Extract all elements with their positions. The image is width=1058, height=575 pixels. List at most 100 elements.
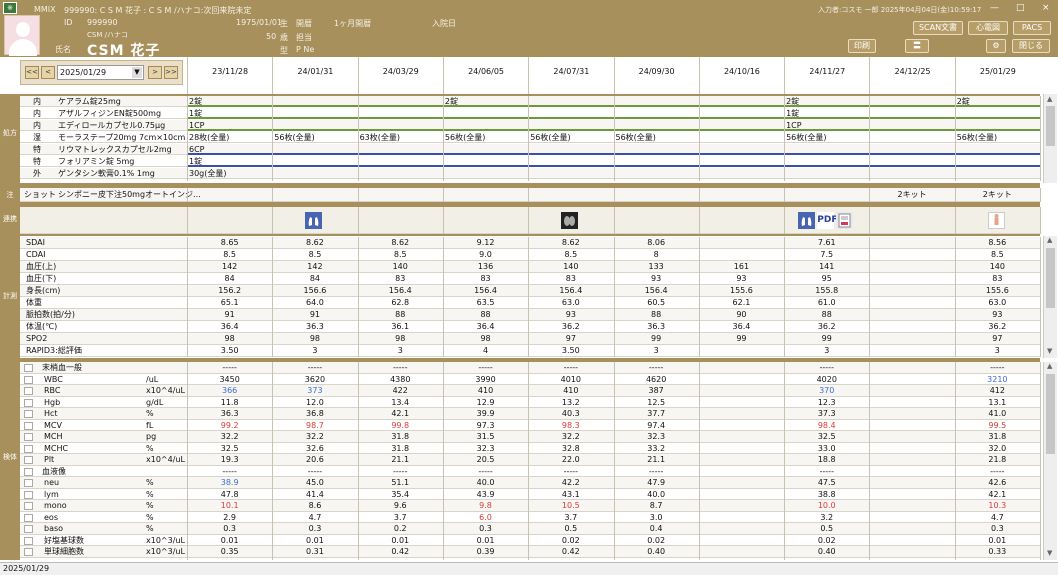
table-cell: 8.5 bbox=[564, 250, 578, 259]
injection-row[interactable]: ショット シンポニー皮下注50mgオートインジ... 2キット 2キット bbox=[20, 188, 1040, 202]
date-column-header[interactable]: 25/01/29 bbox=[954, 57, 1040, 94]
vitals-row[interactable]: 体重 65.1 64.0 62.8 63.5 63.0 60.5 62.1 61.0 63.0 bbox=[20, 297, 1040, 309]
table-cell: 22.0 bbox=[561, 455, 580, 464]
minimize-icon[interactable]: — bbox=[990, 3, 999, 13]
prescription-row[interactable]: 内ケアラム錠25mg 2錠 2錠 2錠 2錠 bbox=[20, 96, 1040, 107]
lab-row[interactable]: RBC x10^4/uL 366 373 422 410 410 387 370 412 bbox=[20, 385, 1040, 397]
vitals-row[interactable]: 血圧(上) 142 142 140 136 140 133 161 141 140 bbox=[20, 261, 1040, 273]
graph-button[interactable]: 〓 bbox=[905, 39, 929, 53]
vitals-row[interactable]: 血圧(下) 84 84 83 83 83 93 93 95 83 bbox=[20, 273, 1040, 285]
lab-row-checkbox[interactable] bbox=[24, 433, 33, 441]
table-cell: 4020 bbox=[816, 374, 837, 384]
lab-row[interactable]: 好塩基球数 x10^3/uL 0.01 0.01 0.01 0.01 0.02 0.02 0.0… bbox=[20, 534, 1040, 546]
lab-row[interactable]: 血液像 ----- ----- ----- ----- ----- ----- ----- --… bbox=[20, 465, 1040, 477]
lab-row-checkbox[interactable] bbox=[24, 398, 33, 407]
lab-row[interactable]: MCH pg 32.2 32.2 31.8 31.5 32.2 32.3 32.5 31.8 bbox=[20, 431, 1040, 443]
vitals-row[interactable]: SPO2 98 98 98 98 97 99 99 99 97 bbox=[20, 333, 1040, 345]
close-window-icon[interactable]: × bbox=[1042, 3, 1050, 13]
date-column-header[interactable]: 24/12/25 bbox=[869, 57, 954, 94]
prev-page-button[interactable]: < bbox=[41, 66, 55, 79]
vitals-row[interactable]: CDAI 8.5 8.5 8.5 9.0 8.5 8 7.5 8.5 bbox=[20, 249, 1040, 261]
vitals-row[interactable]: 脈拍数(拍/分) 91 91 88 88 93 88 90 88 93 bbox=[20, 309, 1040, 321]
scan-button[interactable]: SCAN文書 bbox=[913, 21, 963, 35]
lab-row-checkbox[interactable] bbox=[24, 490, 33, 499]
lab-row-checkbox[interactable] bbox=[24, 548, 33, 556]
table-cell: 33.0 bbox=[817, 443, 836, 453]
date-column-header[interactable]: 24/07/31 bbox=[528, 57, 613, 94]
prescription-row[interactable]: 特フォリアミン錠 5mg 1錠 bbox=[20, 156, 1040, 167]
date-column-header[interactable]: 24/01/31 bbox=[272, 57, 357, 94]
body-chart-icon[interactable] bbox=[987, 212, 1005, 229]
last-page-button[interactable]: >> bbox=[164, 66, 178, 79]
settings-button[interactable]: ⚙ bbox=[986, 39, 1006, 53]
lab-row[interactable]: Hgb g/dL 11.8 12.0 13.4 12.9 13.2 12.5 12.3 13.1 bbox=[20, 396, 1040, 408]
lab-row[interactable]: mono% 10.1 8.6 9.6 9.8 10.5 8.7 10.0 10.3 bbox=[20, 500, 1040, 512]
table-cell: 0.02 bbox=[817, 535, 836, 545]
vitals-row[interactable]: RAPID3:総評価 3.50 3 3 4 3.50 3 3 3 bbox=[20, 345, 1040, 357]
lab-row-checkbox[interactable] bbox=[24, 387, 33, 395]
lab-row[interactable]: 単球細胞数 x10^3/uL 0.35 0.31 0.42 0.39 0.42 0.40 0.4… bbox=[20, 546, 1040, 558]
pdf-icon[interactable]: PDF bbox=[817, 212, 837, 229]
vitals-row[interactable]: 身長(cm) 156.2 156.6 156.4 156.4 156.4 156.4 155.… bbox=[20, 285, 1040, 297]
lung-xray-icon[interactable] bbox=[305, 212, 323, 229]
prescription-row[interactable]: 内アザルフィジンEN錠500mg 1錠 1錠 bbox=[20, 108, 1040, 119]
date-column-header[interactable]: 24/03/29 bbox=[357, 57, 443, 94]
lab-row-checkbox[interactable] bbox=[24, 375, 33, 384]
chevron-down-icon[interactable]: ▼ bbox=[132, 67, 142, 78]
table-cell: 37.3 bbox=[817, 409, 836, 418]
maximize-icon[interactable]: □ bbox=[1016, 3, 1025, 13]
vitals-scrollbar[interactable]: ▲ ▼ bbox=[1043, 236, 1057, 358]
prescription-row[interactable]: 湿 モーラステープ20mg 7cm×10cm 28枚(全量) 56枚(全量) 63枚(全… bbox=[20, 132, 1040, 143]
ecg-button[interactable]: 心電図 bbox=[968, 21, 1008, 35]
next-page-button[interactable]: > bbox=[148, 66, 162, 79]
lab-row[interactable]: neu% 38.9 45.0 51.1 40.0 42.2 47.9 47.5 42.6 bbox=[20, 477, 1040, 489]
lab-row[interactable]: MCHC% 32.5 32.6 31.8 32.3 32.8 33.2 33.0 32.0 bbox=[20, 442, 1040, 454]
report-icon[interactable] bbox=[836, 212, 854, 229]
column-divider bbox=[187, 362, 188, 560]
lab-row-checkbox[interactable] bbox=[24, 479, 33, 487]
prescription-row[interactable]: 外 ゲンタシン軟膏0.1% 1mg 30g(全量) bbox=[20, 168, 1040, 179]
lab-row-checkbox[interactable] bbox=[24, 364, 33, 372]
date-column-header[interactable]: 24/10/16 bbox=[698, 57, 784, 94]
lab-row-checkbox[interactable] bbox=[24, 456, 33, 464]
prescription-scrollbar[interactable]: ▲ bbox=[1043, 94, 1057, 183]
vitals-row[interactable]: 体温(℃) 36.4 36.3 36.1 36.4 36.2 36.3 36.4 36.2 36.… bbox=[20, 321, 1040, 333]
table-cell: 63.5 bbox=[476, 298, 495, 307]
status-bar: 2025/01/29 bbox=[0, 562, 1058, 575]
close-button[interactable]: 閉じる bbox=[1012, 39, 1050, 53]
lab-row-checkbox[interactable] bbox=[24, 410, 33, 418]
lab-row[interactable]: lym% 47.8 41.4 35.4 43.9 43.1 40.0 38.8 42.1 bbox=[20, 488, 1040, 500]
lab-row[interactable]: WBC/uL 3450 3620 4380 3990 4010 4620 4020 3210 bbox=[20, 373, 1040, 385]
first-page-button[interactable]: << bbox=[25, 66, 39, 79]
table-cell: 36.3 bbox=[306, 322, 324, 331]
lab-row[interactable]: MCV fL 99.2 98.7 99.8 97.3 98.3 97.4 98.4 99.5 bbox=[20, 419, 1040, 431]
table-cell: 0.3 bbox=[479, 524, 492, 533]
lab-row-checkbox[interactable] bbox=[24, 513, 33, 522]
lung-xray-icon[interactable] bbox=[798, 212, 816, 229]
table-cell: 7.5 bbox=[820, 250, 834, 259]
pacs-button[interactable]: PACS bbox=[1013, 21, 1051, 35]
lab-row[interactable]: baso% 0.3 0.3 0.2 0.3 0.5 0.4 0.5 0.3 bbox=[20, 523, 1040, 535]
print-button[interactable]: 印刷 bbox=[848, 39, 876, 53]
column-divider bbox=[528, 207, 530, 234]
lab-row-checkbox[interactable] bbox=[24, 444, 33, 453]
lab-row[interactable]: Plt x10^4/uL 19.3 20.6 21.1 20.5 22.0 21.1 18.8 2… bbox=[20, 454, 1040, 466]
date-column-header[interactable]: 23/11/28 bbox=[187, 57, 272, 94]
lab-row-checkbox[interactable] bbox=[24, 467, 33, 476]
lab-row-checkbox[interactable] bbox=[24, 502, 33, 510]
vitals-row[interactable]: SDAI 8.65 8.62 8.62 9.12 8.62 8.06 7.61 8.56 bbox=[20, 237, 1040, 249]
lab-row-checkbox[interactable] bbox=[24, 536, 33, 545]
prescription-row[interactable]: 内エディロールカプセル0.75μg 1CP 1CP bbox=[20, 120, 1040, 131]
lab-row-checkbox[interactable] bbox=[24, 525, 33, 533]
date-column-header[interactable]: 24/06/05 bbox=[442, 57, 528, 94]
lab-row[interactable]: eos% 2.9 4.7 3.7 6.0 3.7 3.0 3.2 4.7 bbox=[20, 511, 1040, 523]
lab-row-checkbox[interactable] bbox=[24, 421, 33, 430]
date-select[interactable]: 2025/01/29 ▼ bbox=[57, 65, 144, 80]
lab-row[interactable]: Hct% 36.3 36.8 42.1 39.9 40.3 37.7 37.3 41.0 bbox=[20, 408, 1040, 420]
date-column-header[interactable]: 24/09/30 bbox=[613, 57, 699, 94]
lab-scrollbar[interactable]: ▲ ▼ bbox=[1043, 362, 1057, 560]
chest-xray-icon[interactable] bbox=[561, 212, 579, 229]
lab-row[interactable]: 末梢血一般 ----- ----- ----- ----- ----- ----- -----… bbox=[20, 362, 1040, 374]
date-column-header[interactable]: 24/11/27 bbox=[784, 57, 869, 94]
prescription-row[interactable]: 特リウマトレックスカプセル2mg 6CP bbox=[20, 144, 1040, 155]
